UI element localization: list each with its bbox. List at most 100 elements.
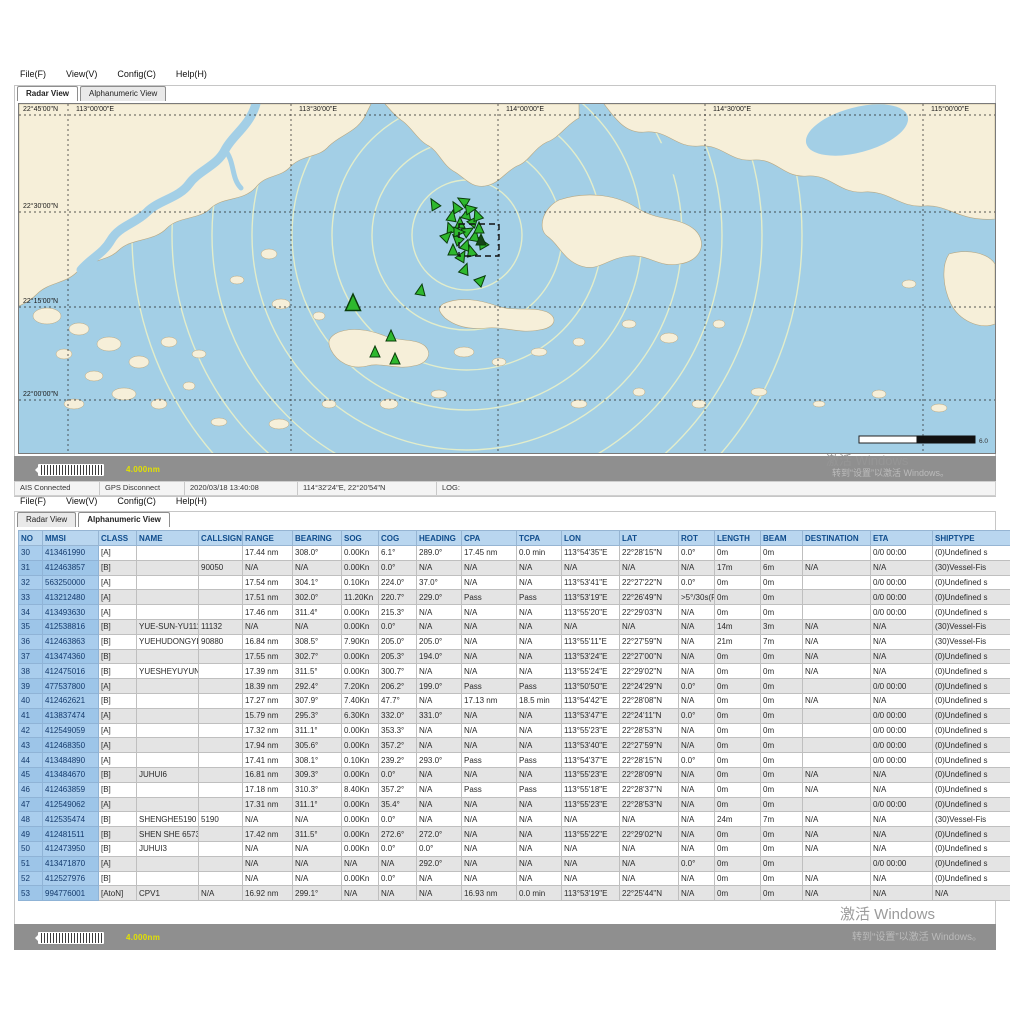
- table-cell[interactable]: 0m: [760, 663, 803, 680]
- table-cell[interactable]: 311.1°: [292, 796, 342, 813]
- table-cell[interactable]: 0.00Kn: [341, 737, 379, 754]
- table-cell[interactable]: [136, 796, 199, 813]
- column-header-lat[interactable]: LAT: [619, 530, 679, 546]
- table-cell[interactable]: 0.0°: [378, 870, 417, 887]
- table-cell[interactable]: N/A: [461, 870, 517, 887]
- table-cell[interactable]: 113°54'42"E: [561, 692, 620, 709]
- table-cell[interactable]: 0.00Kn: [341, 618, 379, 635]
- table-cell[interactable]: 39: [18, 678, 43, 694]
- table-cell[interactable]: 239.2°: [378, 752, 417, 768]
- table-cell[interactable]: N/A: [802, 618, 871, 635]
- table-cell[interactable]: 289.0°: [416, 545, 462, 561]
- table-cell[interactable]: N/A: [516, 870, 562, 887]
- table-cell[interactable]: 0.0°: [678, 545, 715, 561]
- table-cell[interactable]: 22°28'15"N: [619, 752, 679, 768]
- table-cell[interactable]: N/A: [678, 870, 715, 887]
- table-cell[interactable]: 0m: [760, 574, 803, 591]
- table-cell[interactable]: 0m: [760, 678, 803, 694]
- table-cell[interactable]: 17.13 nm: [461, 692, 517, 709]
- tab-radar-view[interactable]: Radar View: [17, 86, 78, 101]
- table-cell[interactable]: 0.0°: [378, 618, 417, 635]
- table-cell[interactable]: 412549059: [42, 722, 99, 739]
- table-cell[interactable]: 14m: [714, 618, 761, 635]
- table-cell[interactable]: 0m: [714, 663, 761, 680]
- table-cell[interactable]: [198, 707, 243, 724]
- table-cell[interactable]: 0m: [760, 722, 803, 739]
- table-cell[interactable]: Pass: [516, 678, 562, 694]
- table-cell[interactable]: 11132: [198, 618, 243, 635]
- table-cell[interactable]: 0m: [714, 826, 761, 842]
- table-cell[interactable]: 30: [18, 545, 43, 561]
- table-cell[interactable]: [A]: [98, 604, 137, 620]
- table-cell[interactable]: 3m: [760, 618, 803, 635]
- table-cell[interactable]: 113°53'40"E: [561, 737, 620, 754]
- table-cell[interactable]: N/A: [678, 796, 715, 813]
- column-header-eta[interactable]: ETA: [870, 530, 933, 546]
- table-cell[interactable]: N/A: [292, 559, 342, 576]
- table-cell[interactable]: 224.0°: [378, 574, 417, 591]
- table-cell[interactable]: (30)Vessel-Fis: [932, 618, 1010, 635]
- table-cell[interactable]: 0m: [714, 737, 761, 754]
- table-row[interactable]: 33 413212480 [A] 17.51 nm 302.0° 11.20Kn 220.7…: [18, 589, 1010, 606]
- table-cell[interactable]: N/A: [198, 885, 243, 902]
- table-cell[interactable]: N/A: [461, 826, 517, 842]
- table-cell[interactable]: 17.18 nm: [242, 781, 293, 798]
- table-cell[interactable]: [B]: [98, 559, 137, 576]
- table-row[interactable]: 30 413461990 [A] 17.44 nm 308.0° 0.00Kn 6.1° 28…: [18, 545, 1010, 561]
- table-row[interactable]: 49 412481511 [B] SHEN SHE 6573 17.42 nm 311.5…: [18, 826, 1010, 842]
- table-cell[interactable]: Pass: [461, 752, 517, 768]
- table-cell[interactable]: (0)Undefined s: [932, 826, 1010, 842]
- table-cell[interactable]: YUE-SUN-YU111: [136, 618, 199, 635]
- table-cell[interactable]: 0m: [760, 545, 803, 561]
- menu-help[interactable]: Help(H): [176, 496, 207, 506]
- table-cell[interactable]: (0)Undefined s: [932, 707, 1010, 724]
- table-cell[interactable]: [A]: [98, 722, 137, 739]
- table-cell[interactable]: 0m: [714, 678, 761, 694]
- table-cell[interactable]: [198, 737, 243, 754]
- table-cell[interactable]: N/A: [870, 692, 933, 709]
- table-cell[interactable]: 113°55'23"E: [561, 766, 620, 783]
- table-cell[interactable]: [136, 870, 199, 887]
- table-cell[interactable]: Pass: [516, 752, 562, 768]
- table-cell[interactable]: 17.45 nm: [461, 545, 517, 561]
- table-cell[interactable]: 53: [18, 885, 43, 902]
- column-header-mmsi[interactable]: MMSI: [42, 530, 99, 546]
- table-cell[interactable]: 7.40Kn: [341, 692, 379, 709]
- table-cell[interactable]: 295.3°: [292, 707, 342, 724]
- table-cell[interactable]: [198, 678, 243, 694]
- table-row[interactable]: 47 412549062 [A] 17.31 nm 311.1° 0.00Kn 35.4° N…: [18, 796, 1010, 813]
- radar-map-view[interactable]: 6.0 22°45'00"N 22°30'00"N 22°15'00"N 22°00'…: [18, 103, 996, 454]
- table-cell[interactable]: 0m: [714, 855, 761, 872]
- table-cell[interactable]: 0m: [760, 707, 803, 724]
- table-cell[interactable]: N/A: [802, 559, 871, 576]
- table-cell[interactable]: N/A: [516, 766, 562, 783]
- table-cell[interactable]: [B]: [98, 648, 137, 665]
- table-cell[interactable]: 413474360: [42, 648, 99, 665]
- table-cell[interactable]: 0/0 00:00: [870, 722, 933, 739]
- table-row[interactable]: 45 413484670 [B] JUHUI6 16.81 nm 309.3° 0.00Kn…: [18, 766, 1010, 783]
- table-cell[interactable]: N/A: [416, 870, 462, 887]
- table-cell[interactable]: 0.0°: [678, 707, 715, 724]
- table-cell[interactable]: 0.0°: [378, 766, 417, 783]
- table-cell[interactable]: 24m: [714, 811, 761, 828]
- table-cell[interactable]: 17.42 nm: [242, 826, 293, 842]
- table-cell[interactable]: 0.0°: [678, 678, 715, 694]
- table-cell[interactable]: N/A: [516, 826, 562, 842]
- menu-help[interactable]: Help(H): [176, 69, 207, 79]
- table-cell[interactable]: N/A: [619, 870, 679, 887]
- table-cell[interactable]: 357.2°: [378, 781, 417, 798]
- table-cell[interactable]: 49: [18, 826, 43, 842]
- table-cell[interactable]: [A]: [98, 796, 137, 813]
- table-cell[interactable]: [136, 559, 199, 576]
- table-cell[interactable]: 22°28'37"N: [619, 781, 679, 798]
- table-cell[interactable]: N/A: [461, 633, 517, 650]
- table-cell[interactable]: N/A: [678, 766, 715, 783]
- table-cell[interactable]: N/A: [678, 737, 715, 754]
- table-cell[interactable]: 412463863: [42, 633, 99, 650]
- table-cell[interactable]: 46: [18, 781, 43, 798]
- table-cell[interactable]: N/A: [416, 796, 462, 813]
- table-cell[interactable]: N/A: [461, 618, 517, 635]
- table-cell[interactable]: N/A: [461, 811, 517, 828]
- table-cell[interactable]: [198, 840, 243, 857]
- table-cell[interactable]: N/A: [416, 618, 462, 635]
